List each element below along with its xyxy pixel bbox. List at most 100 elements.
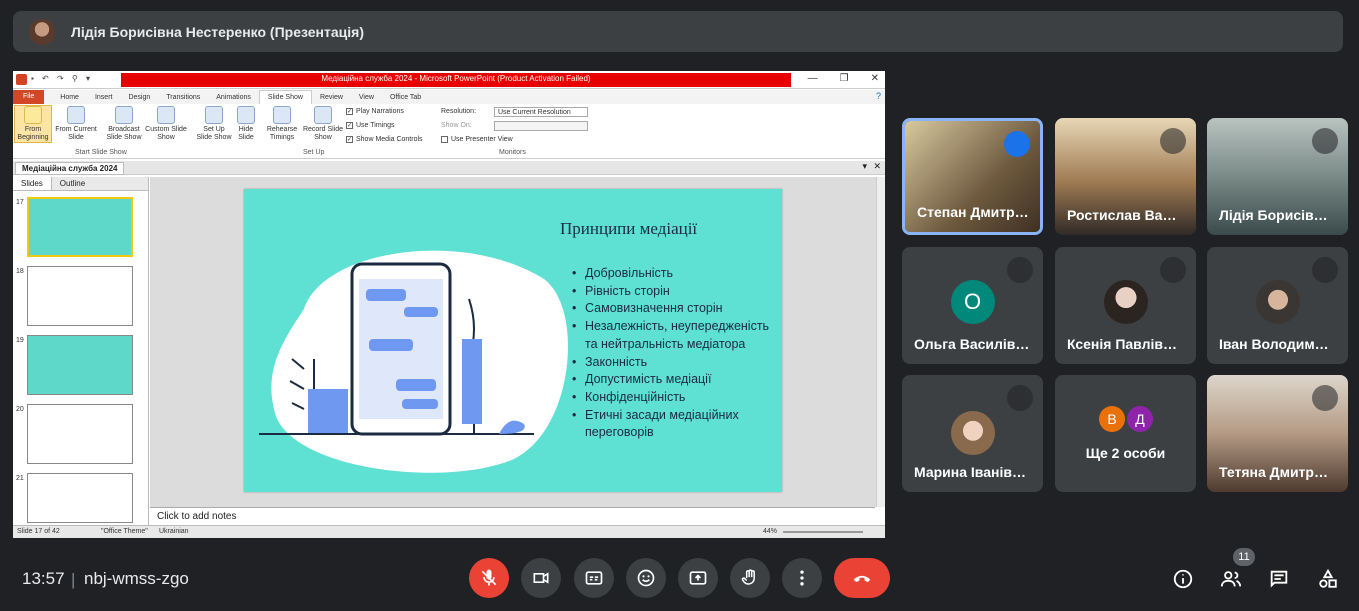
bullet-item: Рівність сторін bbox=[572, 283, 772, 301]
show-media-controls-checkbox[interactable]: ✓ Show Media Controls bbox=[346, 136, 423, 143]
slide-thumbnail-18[interactable] bbox=[27, 266, 133, 326]
custom-slide-show-button[interactable]: Custom Slide Show bbox=[145, 106, 187, 142]
status-bar: Slide 17 of 42 "Office Theme" Ukrainian … bbox=[13, 525, 885, 538]
language: Ukrainian bbox=[159, 528, 189, 535]
more-options-button[interactable] bbox=[782, 558, 822, 598]
avatar bbox=[1255, 280, 1300, 324]
mic-off-icon bbox=[1007, 257, 1033, 283]
slide-thumbnail-21[interactable] bbox=[27, 473, 133, 523]
chat-button[interactable] bbox=[1266, 566, 1292, 592]
pane-tab-slides[interactable]: Slides bbox=[13, 177, 52, 190]
participant-name: Ростислав Ва… bbox=[1067, 207, 1177, 223]
current-slide[interactable]: Принципи медіації Добровільність Рівніст… bbox=[244, 189, 782, 492]
show-on-label: Show On: bbox=[441, 122, 472, 129]
tab-home[interactable]: Home bbox=[52, 94, 87, 101]
tab-transitions[interactable]: Transitions bbox=[158, 94, 208, 101]
activities-button[interactable] bbox=[1315, 566, 1341, 592]
slide-thumbnail-20[interactable] bbox=[27, 404, 133, 464]
participant-tile-7[interactable]: Марина Іванів… bbox=[902, 375, 1043, 492]
participants-count-badge: 11 bbox=[1233, 548, 1255, 566]
tab-review[interactable]: Review bbox=[312, 94, 351, 101]
avatar: Д bbox=[1127, 406, 1153, 432]
presenter-view-checkbox[interactable]: Use Presenter View bbox=[441, 136, 513, 143]
avatar bbox=[1103, 280, 1148, 324]
minimize-icon[interactable]: — bbox=[808, 73, 818, 84]
quick-access-toolbar[interactable]: ▪ ↶ ↷ ⚲ ▾ bbox=[31, 74, 93, 83]
ribbon-tabs: File Home Insert Design Transitions Anim… bbox=[13, 90, 885, 104]
resolution-label: Resolution: bbox=[441, 108, 477, 115]
participant-tile-3[interactable]: Лідія Борисів… bbox=[1207, 118, 1348, 235]
participant-tile-6[interactable]: Іван Володим… bbox=[1207, 247, 1348, 364]
help-icon[interactable]: ? bbox=[876, 91, 881, 101]
shared-screen: ▪ ↶ ↷ ⚲ ▾ Медіаційна служба 2024 - Micro… bbox=[13, 71, 885, 538]
participant-name: Тетяна Дмитр… bbox=[1219, 464, 1328, 480]
participant-name: Ольга Василів… bbox=[914, 336, 1030, 352]
camera-toggle-button[interactable] bbox=[521, 558, 561, 598]
tab-close-icon[interactable]: ✕ bbox=[873, 161, 881, 172]
separator: | bbox=[71, 570, 76, 589]
slides-pane: Slides Outline 17 18 19 20 21 bbox=[13, 177, 149, 525]
participant-tile-5[interactable]: Ксенія Павлів… bbox=[1055, 247, 1196, 364]
slide-indicator: Slide 17 of 42 bbox=[17, 528, 60, 535]
presenter-bar: Лідія Борисівна Нестеренко (Презентація) bbox=[13, 11, 1343, 52]
vertical-scrollbar[interactable] bbox=[876, 177, 885, 507]
from-beginning-button[interactable]: From Beginning bbox=[14, 105, 52, 143]
set-up-slide-show-button[interactable]: Set Up Slide Show bbox=[195, 106, 233, 142]
leave-call-button[interactable] bbox=[834, 558, 890, 598]
participant-tile-2[interactable]: Ростислав Ва… bbox=[1055, 118, 1196, 235]
record-slide-show-button[interactable]: Record Slide Show bbox=[301, 106, 345, 142]
camera-icon bbox=[533, 572, 549, 584]
document-tab[interactable]: Медіаційна служба 2024 bbox=[15, 162, 125, 175]
theme-name: "Office Theme" bbox=[101, 528, 148, 535]
people-button[interactable] bbox=[1218, 566, 1244, 592]
tab-dropdown-icon[interactable]: ▾ bbox=[862, 161, 867, 172]
notes-pane[interactable]: Click to add notes bbox=[150, 507, 875, 525]
close-icon[interactable]: ✕ bbox=[871, 73, 879, 84]
captions-button[interactable] bbox=[574, 558, 614, 598]
mic-toggle-button[interactable] bbox=[469, 558, 509, 598]
end-call-icon bbox=[853, 575, 871, 583]
raise-hand-button[interactable] bbox=[730, 558, 770, 598]
participant-tile-9[interactable]: Тетяна Дмитр… bbox=[1207, 375, 1348, 492]
hide-slide-button[interactable]: Hide Slide bbox=[235, 106, 257, 142]
document-tabs: Медіаційна служба 2024 ▾ ✕ bbox=[13, 161, 885, 175]
slide-number: 20 bbox=[16, 406, 24, 413]
present-button[interactable] bbox=[678, 558, 718, 598]
from-current-slide-button[interactable]: From Current Slide bbox=[53, 106, 99, 142]
tab-view[interactable]: View bbox=[351, 94, 382, 101]
play-narrations-checkbox[interactable]: ✓ Play Narrations bbox=[346, 108, 404, 115]
meeting-code: nbj-wmss-zgo bbox=[84, 569, 189, 588]
resolution-select[interactable]: Use Current Resolution bbox=[494, 107, 588, 117]
tab-animations[interactable]: Animations bbox=[208, 94, 259, 101]
tab-file[interactable]: File bbox=[13, 90, 45, 104]
captions-icon bbox=[585, 571, 603, 585]
bullet-item: Самовизначення сторін bbox=[572, 300, 772, 318]
participant-name: Лідія Борисів… bbox=[1219, 207, 1328, 223]
tab-office-tab[interactable]: Office Tab bbox=[382, 94, 429, 101]
broadcast-button[interactable]: Broadcast Slide Show bbox=[103, 106, 145, 142]
use-timings-checkbox[interactable]: ✓ Use Timings bbox=[346, 122, 395, 129]
slide-thumbnail-17[interactable] bbox=[27, 197, 133, 257]
powerpoint-icon bbox=[16, 74, 27, 85]
participant-tile-1[interactable]: Степан Дмитр… bbox=[902, 118, 1043, 235]
tab-slide-show[interactable]: Slide Show bbox=[258, 90, 312, 104]
slide-title: Принципи медіації bbox=[560, 219, 698, 238]
mic-off-icon bbox=[481, 569, 497, 586]
group-monitors: Monitors bbox=[499, 149, 526, 156]
participant-tile-more[interactable]: В Д Ще 2 особи bbox=[1055, 375, 1196, 492]
rehearse-timings-button[interactable]: Rehearse Timings bbox=[265, 106, 299, 142]
restore-icon[interactable]: ❐ bbox=[840, 73, 849, 84]
slide-number: 18 bbox=[16, 268, 24, 275]
tab-design[interactable]: Design bbox=[120, 94, 158, 101]
more-participants-label: Ще 2 особи bbox=[1085, 445, 1166, 461]
pane-tab-outline[interactable]: Outline bbox=[52, 177, 93, 190]
show-on-select[interactable] bbox=[494, 121, 588, 131]
ppt-titlebar: ▪ ↶ ↷ ⚲ ▾ Медіаційна служба 2024 - Micro… bbox=[13, 71, 885, 89]
tab-insert[interactable]: Insert bbox=[87, 94, 121, 101]
avatar: В bbox=[1099, 406, 1125, 432]
slide-thumbnail-19[interactable] bbox=[27, 335, 133, 395]
reactions-button[interactable] bbox=[626, 558, 666, 598]
meeting-details-button[interactable] bbox=[1170, 566, 1196, 592]
zoom-slider[interactable] bbox=[783, 531, 863, 533]
participant-tile-4[interactable]: О Ольга Василів… bbox=[902, 247, 1043, 364]
